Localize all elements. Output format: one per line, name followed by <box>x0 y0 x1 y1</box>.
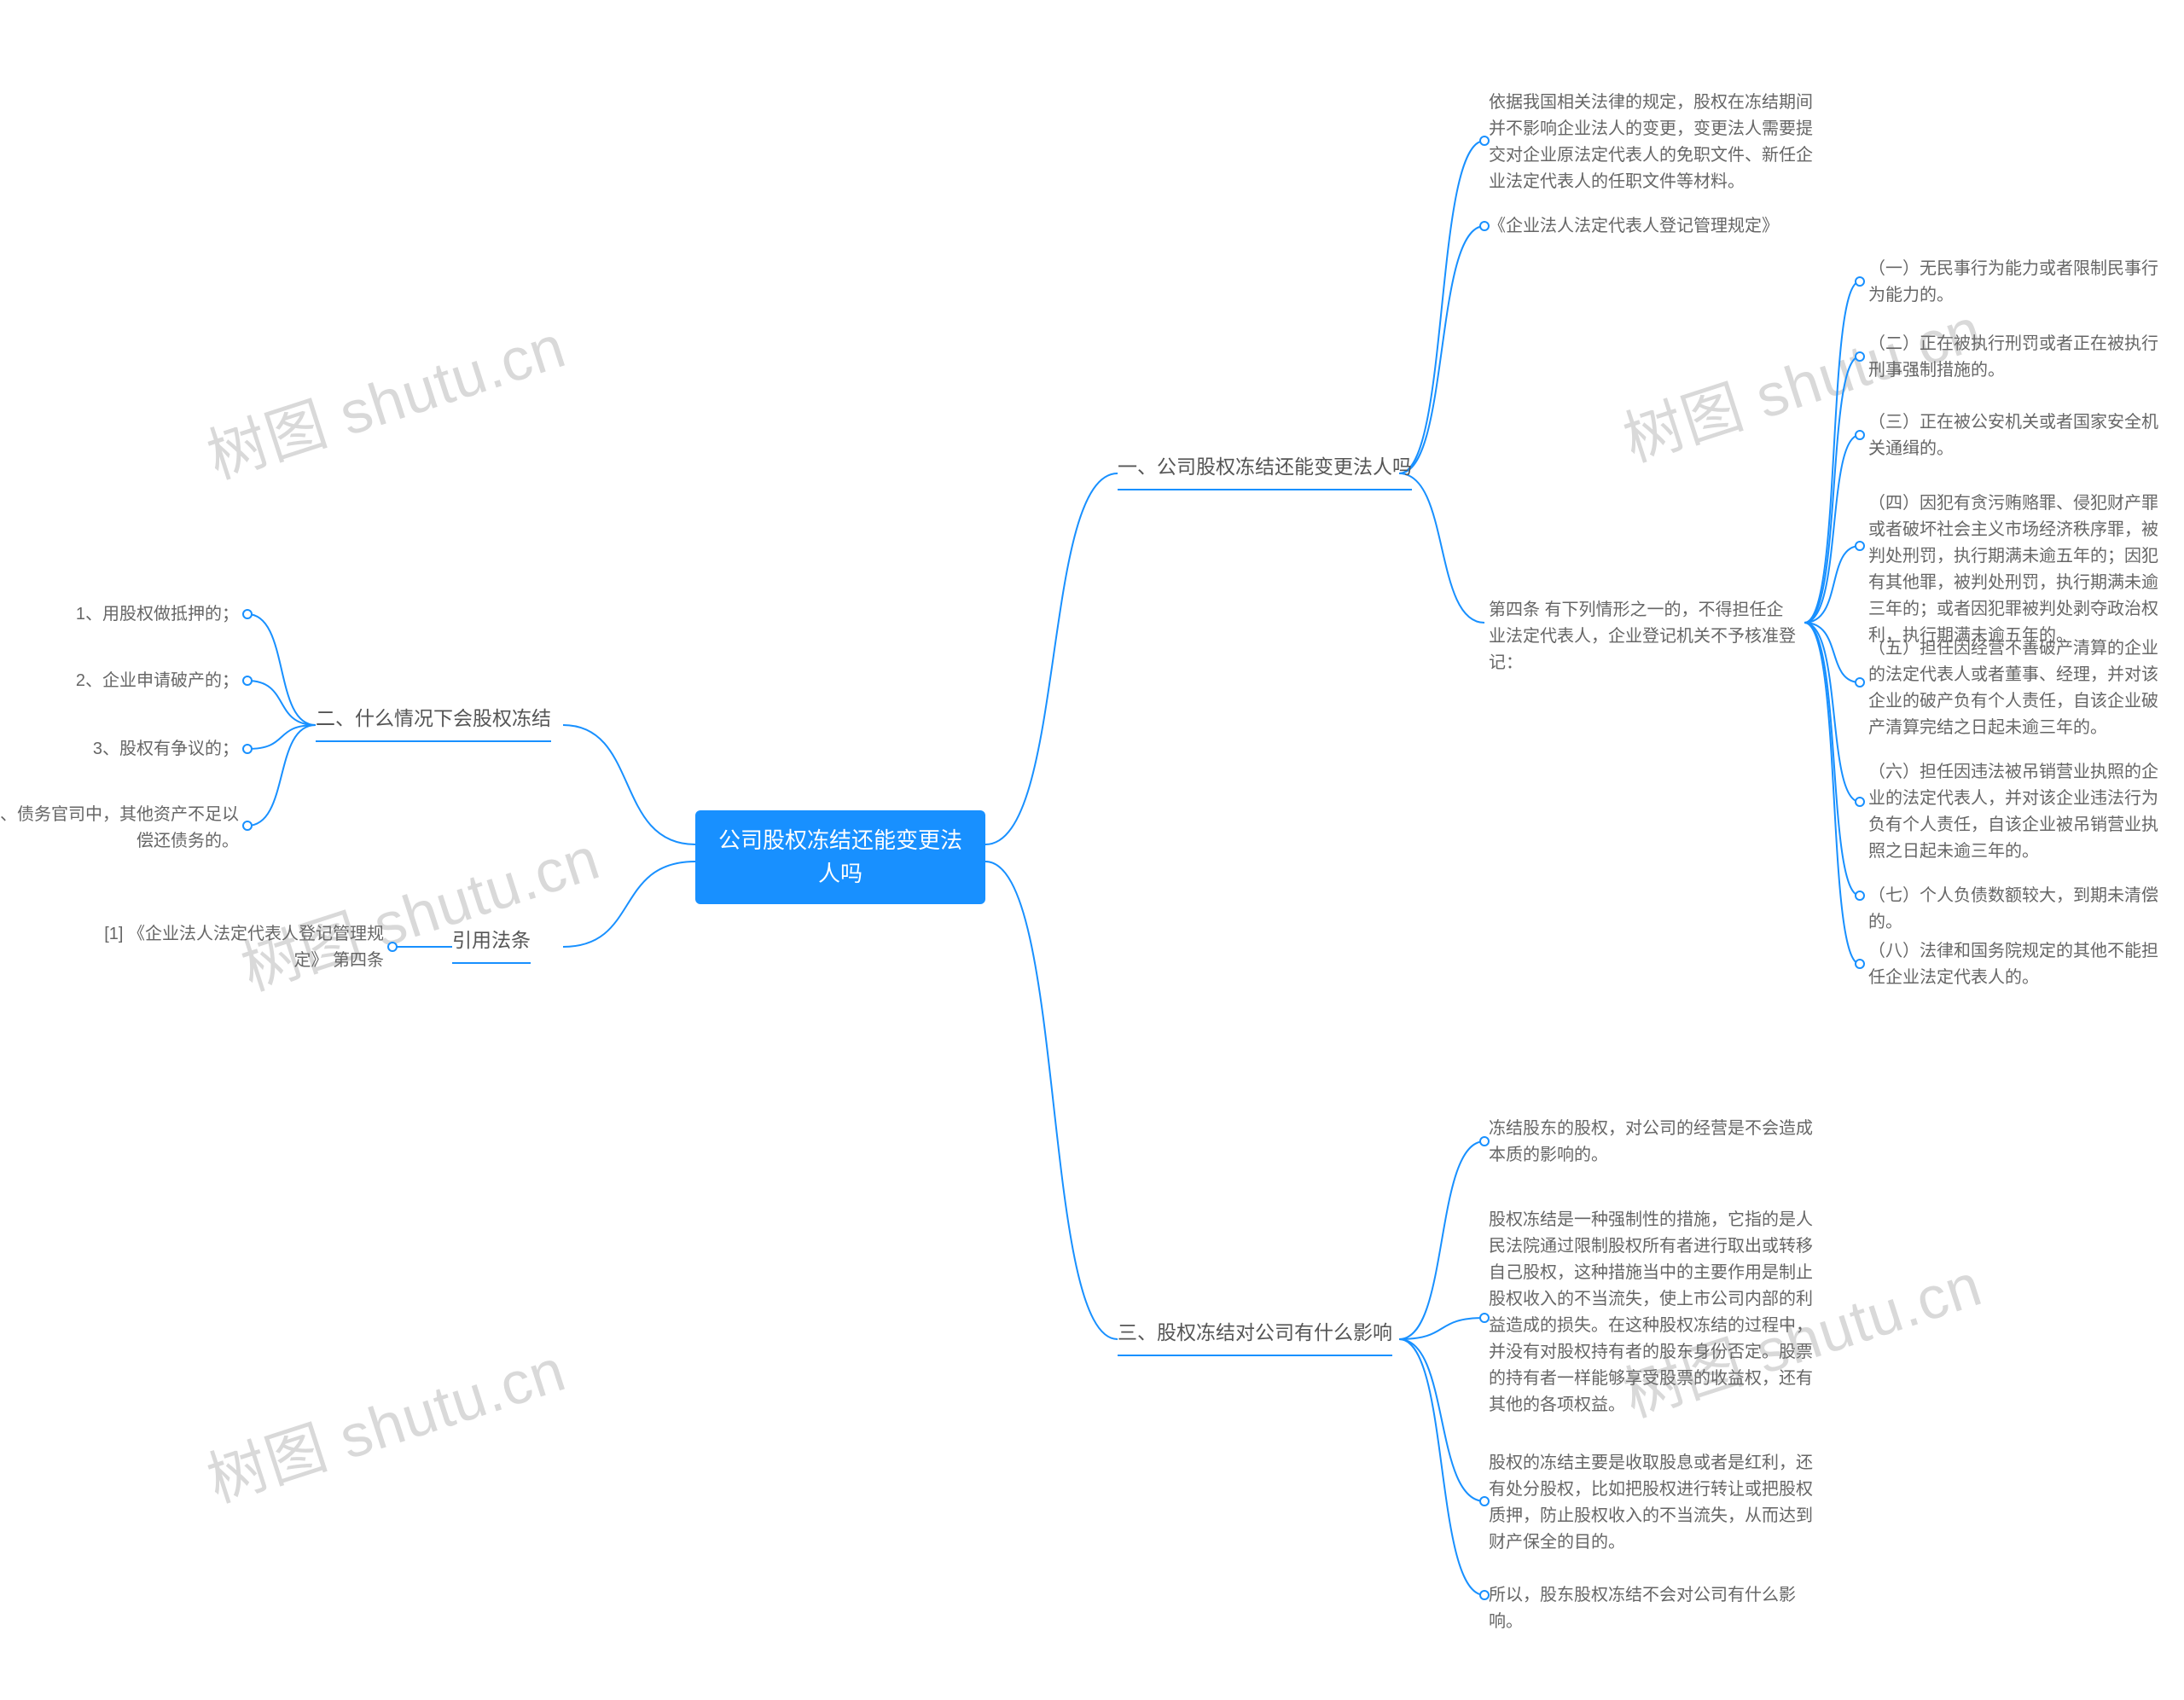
branch-3-note-4: 所以，股东股权冻结不会对公司有什么影响。 <box>1489 1582 1813 1635</box>
branch-3-note-3: 股权的冻结主要是收取股息或者是红利，还有处分股权，比如把股权进行转让或把股权质押… <box>1489 1450 1813 1556</box>
branch-3[interactable]: 三、股权冻结对公司有什么影响 <box>1118 1318 1392 1356</box>
connectors <box>0 0 2184 1700</box>
branch-3-note-2: 股权冻结是一种强制性的措施，它指的是人民法院通过限制股权所有者进行取出或转移自己… <box>1489 1207 1813 1419</box>
branch-ref[interactable]: 引用法条 <box>452 925 531 964</box>
article4-item-3: （三）正在被公安机关或者国家安全机关通缉的。 <box>1868 409 2167 462</box>
branch-2-item-4: 4、债务官司中，其他资产不足以偿还债务的。 <box>0 802 239 855</box>
article4-item-8: （八）法律和国务院规定的其他不能担任企业法定代表人的。 <box>1868 938 2167 991</box>
branch-3-label: 三、股权冻结对公司有什么影响 <box>1118 1321 1392 1343</box>
branch-3-note-1: 冻结股东的股权，对公司的经营是不会造成本质的影响的。 <box>1489 1116 1813 1169</box>
article4-item-2: （二）正在被执行刑罚或者正在被执行刑事强制措施的。 <box>1868 331 2167 384</box>
watermark: 树图 shutu.cn <box>195 1322 575 1519</box>
branch-1-note-2: 《企业法人法定代表人登记管理规定》 <box>1489 213 1813 240</box>
branch-1[interactable]: 一、公司股权冻结还能变更法人吗 <box>1118 452 1412 490</box>
branch-2-item-1: 1、用股权做抵押的； <box>68 601 239 628</box>
article4-item-5: （五）担任因经营不善破产清算的企业的法定代表人或者董事、经理，并对该企业的破产负… <box>1868 635 2167 741</box>
watermark: 树图 shutu.cn <box>195 299 575 496</box>
branch-ref-item: [1] 《企业法人法定代表人登记管理规定》 第四条 <box>85 921 384 974</box>
article4-item-6: （六）担任因违法被吊销营业执照的企业的法定代表人，并对该企业违法行为负有个人责任… <box>1868 759 2167 865</box>
branch-1-note-3: 第四条 有下列情形之一的，不得担任企业法定代表人，企业登记机关不予核准登记： <box>1489 597 1796 676</box>
branch-2[interactable]: 二、什么情况下会股权冻结 <box>316 704 551 742</box>
branch-2-item-3: 3、股权有争议的； <box>68 736 239 763</box>
article4-item-4: （四）因犯有贪污贿赂罪、侵犯财产罪或者破坏社会主义市场经济秩序罪，被判处刑罚，执… <box>1868 490 2167 649</box>
article4-item-1: （一）无民事行为能力或者限制民事行为能力的。 <box>1868 256 2167 309</box>
article4-item-7: （七）个人负债数额较大，到期未清偿的。 <box>1868 883 2167 936</box>
branch-ref-label: 引用法条 <box>452 929 531 951</box>
branch-1-note-1: 依据我国相关法律的规定，股权在冻结期间并不影响企业法人的变更，变更法人需要提交对… <box>1489 90 1813 195</box>
branch-2-label: 二、什么情况下会股权冻结 <box>316 707 551 729</box>
branch-2-item-2: 2、企业申请破产的； <box>68 668 239 694</box>
root-node[interactable]: 公司股权冻结还能变更法人吗 <box>695 810 985 904</box>
branch-1-label: 一、公司股权冻结还能变更法人吗 <box>1118 455 1412 478</box>
watermark: 树图 shutu.cn <box>229 810 609 1007</box>
root-title: 公司股权冻结还能变更法人吗 <box>718 827 962 886</box>
